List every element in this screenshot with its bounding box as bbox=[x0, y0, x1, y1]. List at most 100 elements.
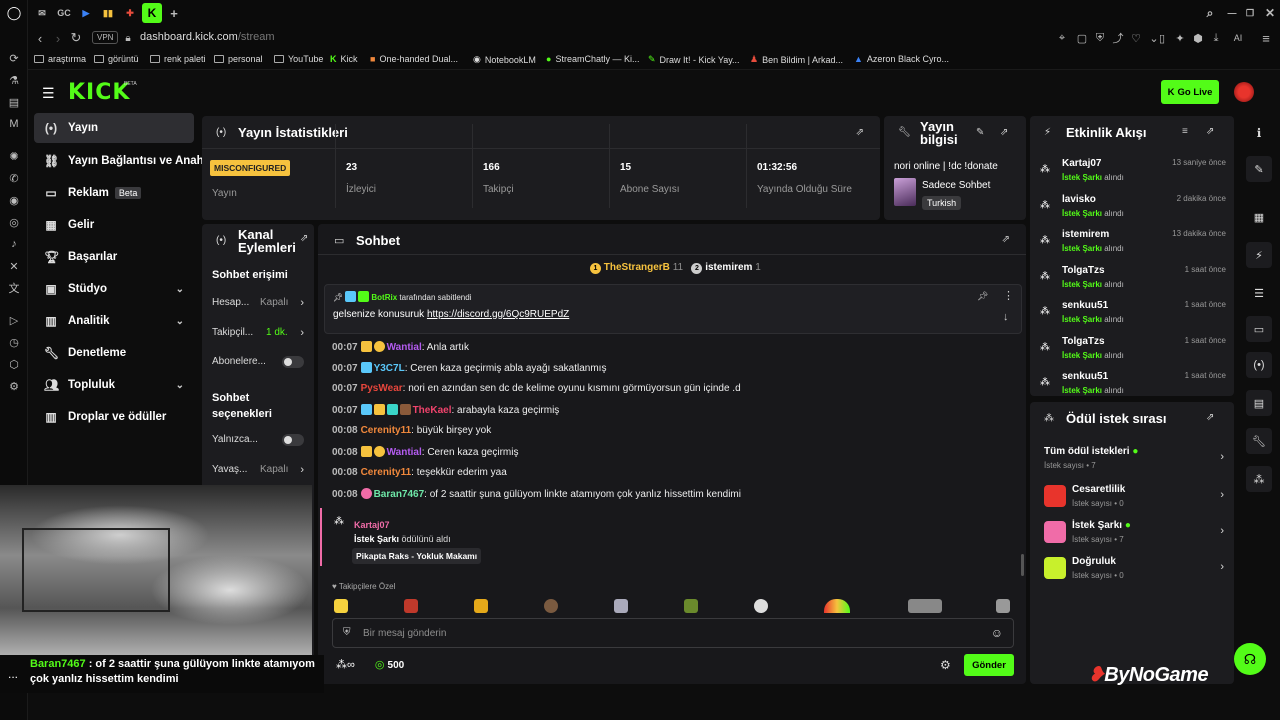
x-icon[interactable]: ✕ bbox=[6, 258, 22, 274]
emote-icon[interactable] bbox=[474, 599, 488, 613]
setting-row[interactable]: Yavaş... Kapalı › bbox=[212, 464, 312, 478]
emote-icon[interactable] bbox=[404, 599, 418, 613]
edit-icon[interactable]: ✎ bbox=[976, 127, 984, 138]
popout-icon[interactable]: ⇗ bbox=[1000, 127, 1008, 138]
reward-icon[interactable]: ⁂ bbox=[336, 659, 347, 671]
message-user[interactable]: Wantial bbox=[387, 342, 422, 353]
reward-row[interactable]: Doğruluk İstek sayısı • 0 › bbox=[1044, 554, 1224, 584]
bookmark-item[interactable]: ■ One-handed Dual... bbox=[370, 54, 458, 64]
activity-item[interactable]: ⁂ senkuu51 İstek Şarkı alındı 1 saat önce bbox=[1040, 369, 1226, 395]
info-icon[interactable]: ℹ bbox=[1246, 120, 1272, 146]
more-options-icon[interactable]: ⋮ bbox=[1003, 289, 1014, 302]
message-user[interactable]: Baran7467 bbox=[374, 489, 425, 500]
activity-item[interactable]: ⁂ Kartaj07 İstek Şarkı alındı 13 saniye önc… bbox=[1040, 156, 1226, 186]
ai-button[interactable]: AI bbox=[1226, 30, 1250, 46]
tab-analytics[interactable]: ▮▮ bbox=[100, 5, 116, 21]
bookmark-item[interactable]: ✎ Draw It! - Kick Yay... bbox=[648, 54, 740, 65]
lightning-icon[interactable]: ⚡︎ bbox=[1246, 242, 1272, 268]
sidebar-item-topluluk[interactable]: 👥︎ Topluluk ⌄ bbox=[34, 370, 194, 400]
emote-icon[interactable] bbox=[754, 599, 768, 613]
avatar[interactable] bbox=[1234, 82, 1254, 102]
chat-message[interactable]: 00:07 PysWear: nori en azından sen dc de … bbox=[332, 383, 741, 394]
popout-icon[interactable]: ⇗ bbox=[1206, 126, 1214, 137]
forward-button[interactable]: › bbox=[50, 30, 66, 46]
tab-game[interactable]: ✚ bbox=[122, 5, 138, 21]
chat-message[interactable]: 00:07 TheKael: arabayla kaza geçirmiş bbox=[332, 404, 559, 416]
chat-message[interactable]: 00:07 Y3C7L: Ceren kaza geçirmiş abla aya… bbox=[332, 362, 606, 374]
bookmark-item[interactable]: renk paleti bbox=[150, 54, 206, 64]
pin-icon[interactable]: 📌︎ bbox=[977, 291, 988, 302]
activity-item[interactable]: ⁂ istemirem İstek Şarkı alındı 13 dakika ön… bbox=[1040, 227, 1226, 257]
filter-icon[interactable]: ≡ bbox=[1182, 126, 1188, 137]
tab-kick-active[interactable]: K bbox=[142, 3, 162, 23]
close-window-button[interactable]: ✕ bbox=[1262, 5, 1278, 21]
instagram-icon[interactable]: ◎ bbox=[6, 214, 22, 230]
bookmark-item[interactable]: personal bbox=[214, 54, 263, 64]
emote-icon[interactable] bbox=[614, 599, 628, 613]
message-user[interactable]: PysWear bbox=[361, 383, 403, 394]
maximize-button[interactable]: ❐ bbox=[1242, 5, 1258, 21]
emote-icon[interactable] bbox=[824, 599, 850, 613]
document-icon[interactable]: ▯ bbox=[1154, 30, 1170, 46]
translate-icon[interactable]: 文 bbox=[6, 280, 22, 296]
chat-message[interactable]: 00:08 Wantial: Ceren kaza geçirmiş bbox=[332, 446, 518, 458]
chat-message[interactable]: 00:08 Cerenity11: büyük birşey yok bbox=[332, 425, 491, 436]
emote-icon[interactable] bbox=[684, 599, 698, 613]
more-icon[interactable]: ... bbox=[8, 667, 18, 681]
sidebar-item-denetleme[interactable]: 🔧︎ Denetleme bbox=[34, 338, 194, 368]
support-icon[interactable]: ☊ bbox=[1234, 643, 1266, 675]
setting-row[interactable]: Takipçil... 1 dk. › bbox=[212, 327, 312, 341]
wrench-icon[interactable]: 🔧︎ bbox=[1246, 428, 1272, 454]
message-user[interactable]: TheKael bbox=[413, 405, 452, 416]
bookmark-item[interactable]: K Kick bbox=[330, 54, 358, 64]
message-user[interactable]: Cerenity11 bbox=[361, 467, 412, 478]
reload-button[interactable]: ↻ bbox=[68, 30, 84, 46]
emote-icon[interactable] bbox=[996, 599, 1010, 613]
tab-gc[interactable]: GC bbox=[56, 5, 72, 21]
sync-icon[interactable]: ⟳ bbox=[6, 50, 22, 66]
message-user[interactable]: Y3C7L bbox=[374, 363, 405, 374]
whatsapp-icon[interactable]: ✆ bbox=[6, 170, 22, 186]
chat-message[interactable]: 00:08 Cerenity11: teşekkür ederim yaa bbox=[332, 467, 507, 478]
all-rewards-row[interactable]: Tüm ödül istekleri ● İstek sayısı • 7 › bbox=[1044, 446, 1224, 474]
stats-icon[interactable]: ▦ bbox=[1246, 204, 1272, 230]
discord-icon[interactable]: ◉ bbox=[6, 192, 22, 208]
minimize-button[interactable]: — bbox=[1224, 5, 1240, 21]
heart-icon[interactable]: ♡ bbox=[1128, 30, 1144, 46]
tab-play[interactable]: ▶ bbox=[78, 5, 94, 21]
puzzle-icon[interactable]: ✦ bbox=[1172, 30, 1188, 46]
activity-item[interactable]: ⁂ TolgaTzs İstek Şarkı alındı 1 saat önce bbox=[1040, 263, 1226, 293]
share-icon[interactable]: ⤴ bbox=[1110, 30, 1126, 46]
broadcast-icon[interactable]: (•) bbox=[1246, 352, 1272, 378]
back-button[interactable]: ‹ bbox=[32, 30, 48, 46]
emote-icon[interactable] bbox=[544, 599, 558, 613]
gear-icon[interactable]: ⚙ bbox=[940, 658, 951, 672]
download-icon[interactable]: ⤓ bbox=[1208, 30, 1224, 46]
activity-item[interactable]: ⁂ lavisko İstek Şarkı alındı 2 dakika önce bbox=[1040, 192, 1226, 222]
ai-icon[interactable]: ⚗ bbox=[6, 72, 22, 88]
activity-item[interactable]: ⁂ senkuu51 İstek Şarkı alındı 1 saat önce bbox=[1040, 298, 1226, 328]
chat-scrollbar[interactable] bbox=[1021, 554, 1024, 576]
history-icon[interactable]: ◷ bbox=[6, 334, 22, 350]
vpn-badge[interactable]: VPN bbox=[92, 31, 119, 44]
settings-icon[interactable]: ⚙ bbox=[6, 378, 22, 394]
url-field[interactable]: dashboard.kick.com/stream bbox=[140, 31, 275, 43]
emote-icon[interactable] bbox=[908, 599, 942, 613]
reward-row[interactable]: Cesaretlilik İstek sayısı • 0 › bbox=[1044, 482, 1224, 512]
bookmark-item[interactable]: YouTube bbox=[274, 54, 323, 64]
popout-icon[interactable]: ⇗ bbox=[1206, 412, 1214, 423]
wallet-icon[interactable]: ▤ bbox=[6, 94, 22, 110]
edit-icon[interactable]: ✎ bbox=[1246, 156, 1272, 182]
sidebar-item-analitik[interactable]: ▥ Analitik ⌄ bbox=[34, 306, 194, 336]
screenshot-icon[interactable]: ▢ bbox=[1074, 30, 1090, 46]
category-name[interactable]: Sadece Sohbet bbox=[922, 180, 990, 191]
sidebar-item-stream-key[interactable]: ⛓ Yayın Bağlantısı ve Anahtarı bbox=[34, 146, 204, 176]
go-live-button[interactable]: K Go Live bbox=[1161, 80, 1219, 104]
chat-message[interactable]: 00:07 Wantial: Anla artık bbox=[332, 341, 469, 353]
activity-item[interactable]: ⁂ TolgaTzs İstek Şarkı alındı 1 saat önce bbox=[1040, 334, 1226, 364]
bookmark-item[interactable]: görüntü bbox=[94, 54, 139, 64]
chat-message[interactable]: 00:08 Baran7467: of 2 saattir şuna gülüyo… bbox=[332, 488, 741, 500]
subscribers-only-toggle[interactable] bbox=[282, 356, 304, 368]
search-icon[interactable]: ⌕ bbox=[1202, 5, 1218, 21]
sidebar-item-reklam[interactable]: ▭ Reklam Beta bbox=[34, 178, 194, 208]
